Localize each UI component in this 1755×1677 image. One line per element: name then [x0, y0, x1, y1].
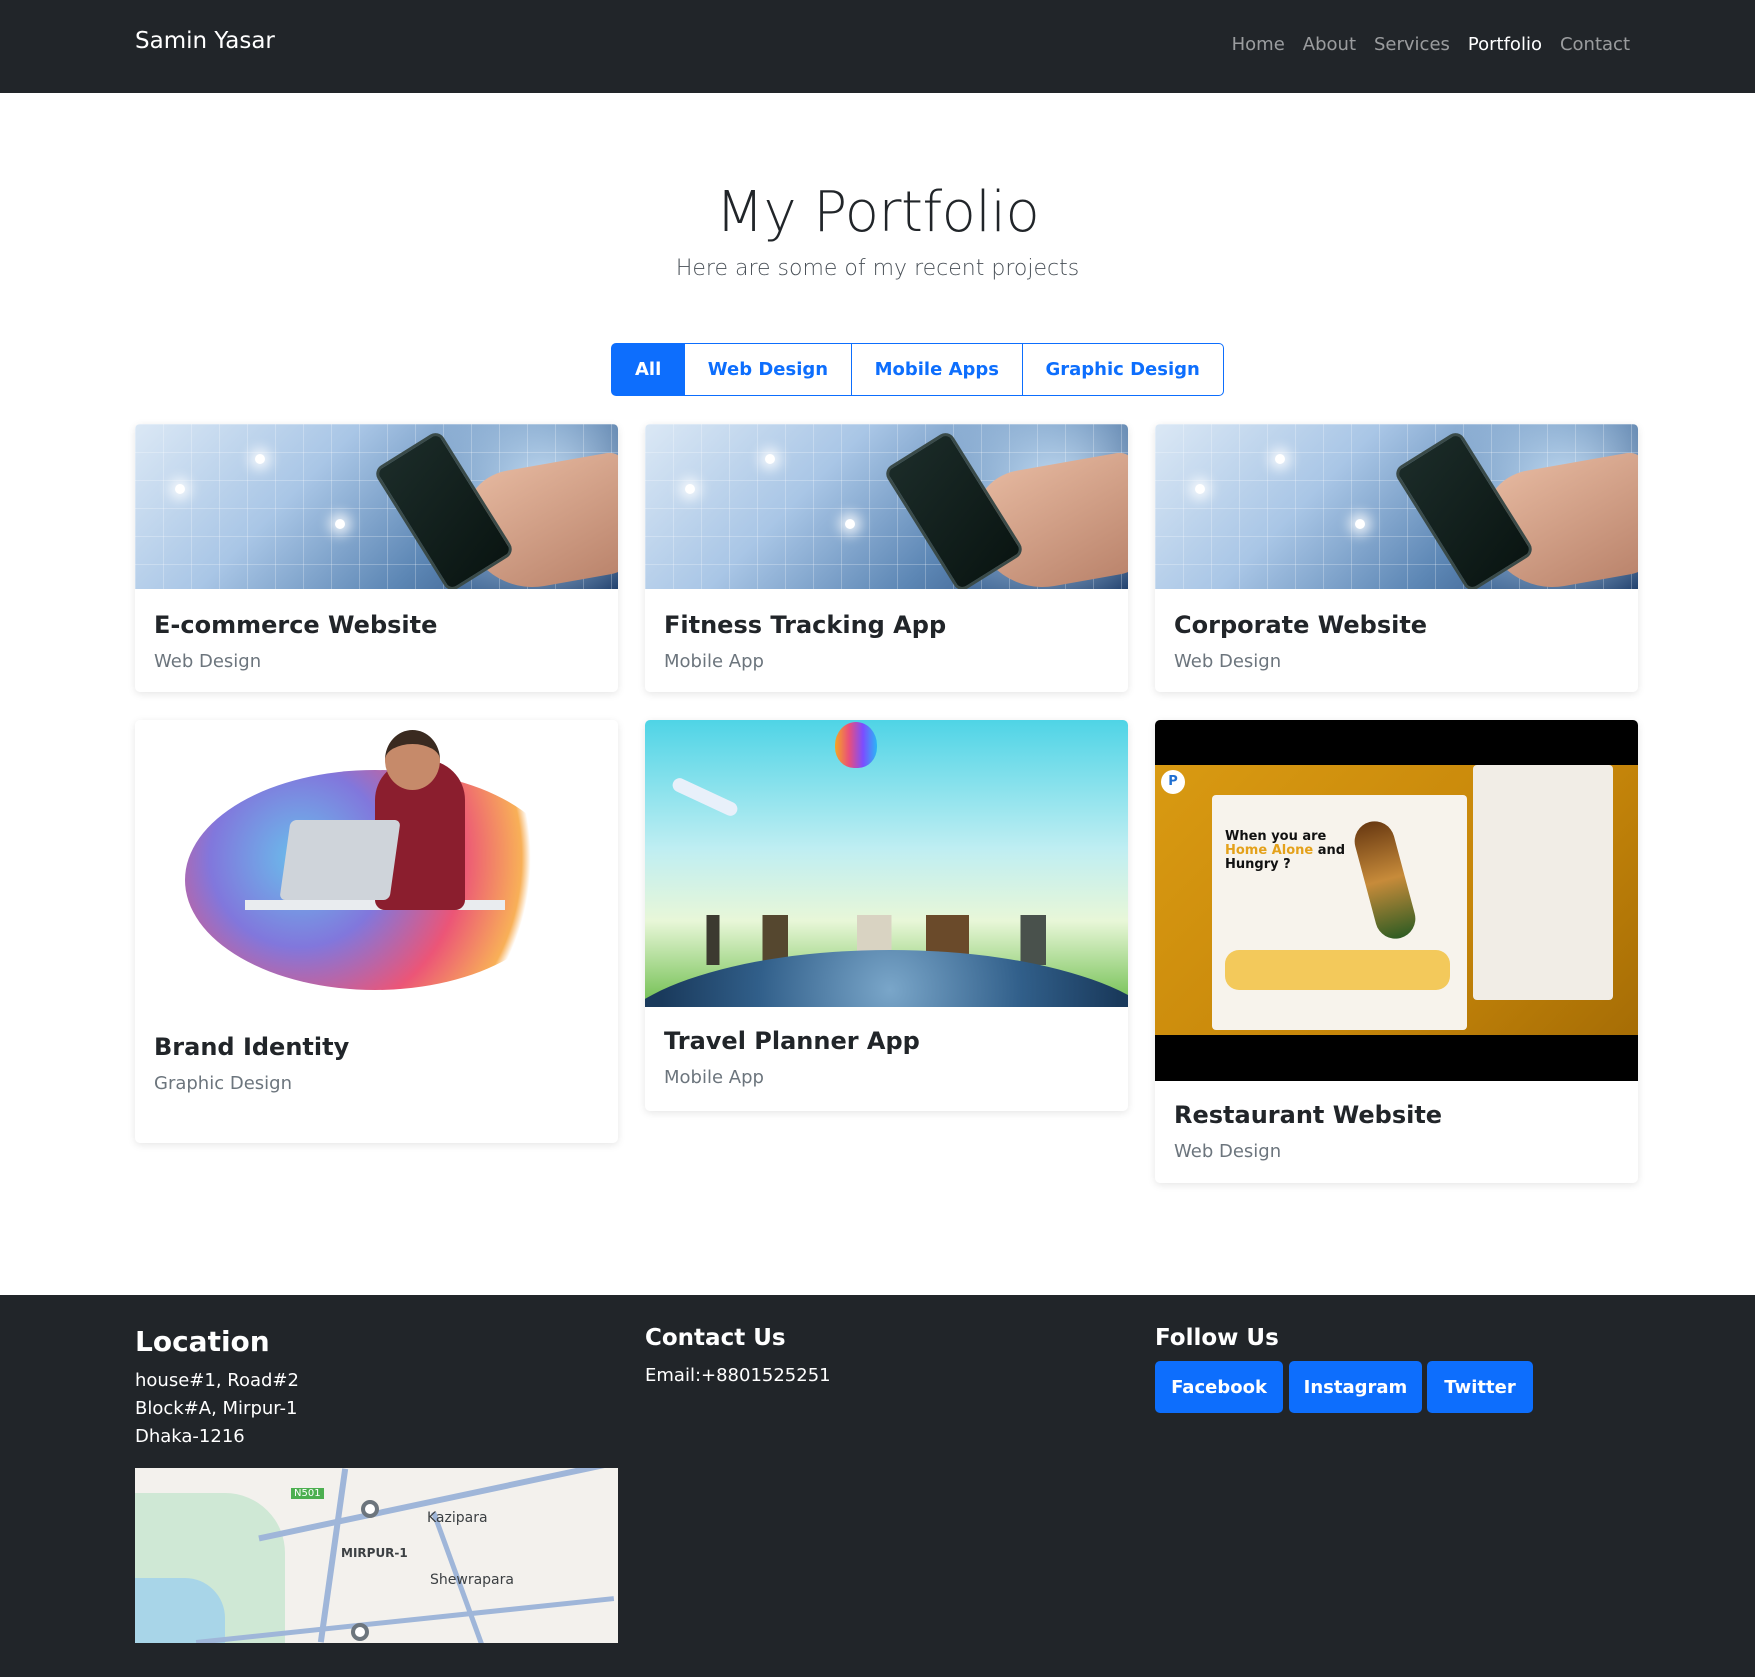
project-category: Graphic Design: [154, 1073, 292, 1094]
nav-links: Home About Services Portfolio Contact: [1232, 34, 1630, 55]
project-category: Web Design: [1174, 651, 1282, 672]
project-title: Corporate Website: [1174, 611, 1428, 639]
location-map[interactable]: N501 Kazipara MIRPUR-1 Shewrapara: [135, 1468, 618, 1643]
filter-graphic-design-button[interactable]: Graphic Design: [1021, 343, 1224, 396]
nav-link-portfolio[interactable]: Portfolio: [1468, 34, 1542, 55]
map-pin-icon: [361, 1500, 379, 1518]
project-image-travel: [645, 720, 1128, 1007]
contact-heading: Contact Us: [645, 1325, 786, 1351]
nav-link-home[interactable]: Home: [1232, 34, 1285, 55]
project-card-ecommerce[interactable]: E-commerce Website Web Design: [135, 424, 618, 692]
project-image-restaurant: P When you are Home Alone and Hungry ?: [1155, 720, 1638, 1081]
project-title: Fitness Tracking App: [664, 611, 947, 639]
project-title: Brand Identity: [154, 1033, 350, 1061]
project-image-illustration: [135, 720, 618, 1033]
navbar: Samin Yasar Home About Services Portfoli…: [0, 0, 1755, 93]
filter-web-design-button[interactable]: Web Design: [683, 343, 853, 396]
map-label-mirpur: MIRPUR-1: [341, 1546, 408, 1560]
brand-name[interactable]: Samin Yasar: [135, 28, 275, 54]
nav-link-services[interactable]: Services: [1374, 34, 1450, 55]
project-card-brand-identity[interactable]: Brand Identity Graphic Design: [135, 720, 618, 1143]
project-image-tech: [645, 424, 1128, 589]
twitter-button[interactable]: Twitter: [1427, 1361, 1533, 1413]
filter-all-button[interactable]: All: [611, 343, 686, 396]
project-card-restaurant[interactable]: P When you are Home Alone and Hungry ? R…: [1155, 720, 1638, 1183]
project-category: Web Design: [1174, 1141, 1282, 1162]
filter-mobile-apps-button[interactable]: Mobile Apps: [850, 343, 1023, 396]
location-heading: Location: [135, 1325, 270, 1358]
nav-link-about[interactable]: About: [1303, 34, 1356, 55]
filter-button-group: All Web Design Mobile Apps Graphic Desig…: [611, 343, 1224, 396]
follow-heading: Follow Us: [1155, 1325, 1279, 1351]
project-image-tech: [1155, 424, 1638, 589]
project-title: E-commerce Website: [154, 611, 438, 639]
address-line-2: Block#A, Mirpur-1: [135, 1398, 298, 1419]
facebook-button[interactable]: Facebook: [1155, 1361, 1283, 1413]
map-label-kazipara: Kazipara: [427, 1510, 488, 1526]
project-category: Mobile App: [664, 1067, 764, 1088]
project-card-travel-planner[interactable]: Travel Planner App Mobile App: [645, 720, 1128, 1111]
project-category: Web Design: [154, 651, 262, 672]
nav-link-contact[interactable]: Contact: [1560, 34, 1630, 55]
page-title: My Portfolio: [715, 180, 1040, 245]
restaurant-headline: When you are Home Alone and Hungry ?: [1225, 829, 1346, 872]
page-subtitle: Here are some of my recent projects: [675, 256, 1080, 281]
project-card-fitness[interactable]: Fitness Tracking App Mobile App: [645, 424, 1128, 692]
map-label-n501: N501: [291, 1488, 324, 1499]
restaurant-logo: P: [1161, 770, 1185, 794]
map-pin-icon: [351, 1623, 369, 1641]
project-title: Travel Planner App: [664, 1027, 920, 1055]
map-label-shewrapara: Shewrapara: [430, 1572, 514, 1588]
contact-email: Email:+8801525251: [645, 1365, 831, 1386]
project-title: Restaurant Website: [1174, 1101, 1443, 1129]
project-image-tech: [135, 424, 618, 589]
project-card-corporate[interactable]: Corporate Website Web Design: [1155, 424, 1638, 692]
instagram-button[interactable]: Instagram: [1289, 1361, 1422, 1413]
project-category: Mobile App: [664, 651, 764, 672]
address-line-3: Dhaka-1216: [135, 1426, 245, 1447]
address-line-1: house#1, Road#2: [135, 1370, 299, 1391]
